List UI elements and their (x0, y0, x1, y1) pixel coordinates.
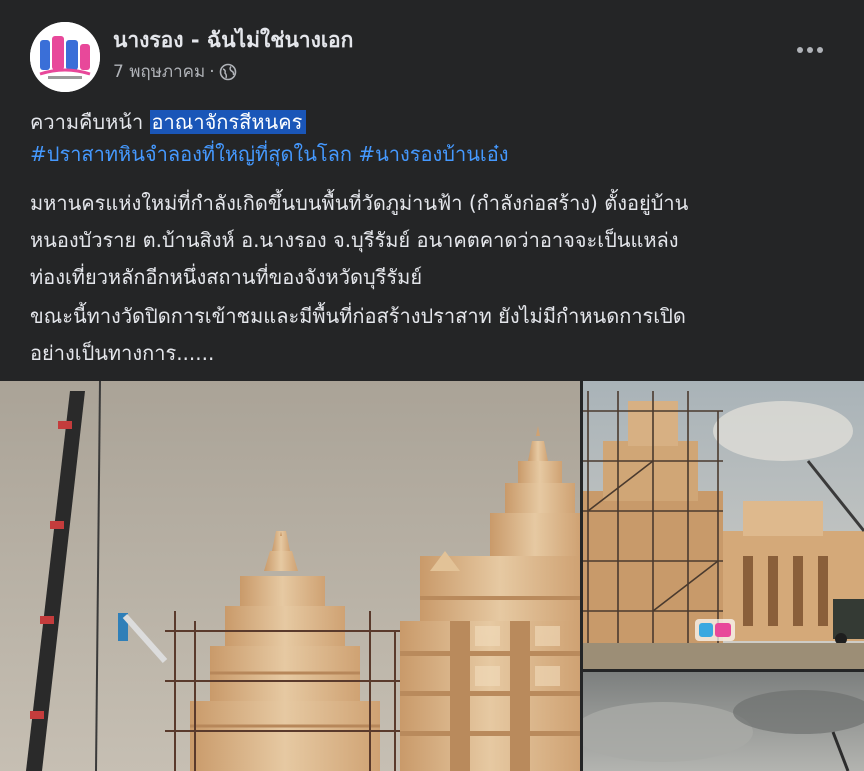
more-options-icon[interactable] (790, 36, 830, 64)
post-paragraph-2: ขณะนี้ทางวัดปิดการเข้าชมและมีพื้นที่ก่อส… (30, 298, 850, 372)
selected-text[interactable]: อาณาจักรสีหนคร (149, 110, 307, 134)
post-meta: 7 พฤษภาคม · (113, 58, 237, 85)
paragraph-line: อย่างเป็นทางการ...... (30, 341, 215, 365)
page-avatar[interactable] (30, 22, 100, 92)
meta-separator: · (209, 61, 215, 82)
paragraph-line: ขณะนี้ทางวัดปิดการเข้าชมและมีพื้นที่ก่อส… (30, 304, 686, 328)
post-intro-line: ความคืบหน้า อาณาจักรสีหนคร (30, 108, 850, 136)
paragraph-line: มหานครแห่งใหม่ที่กำลังเกิดขึ้นบนพื้นที่ว… (30, 191, 689, 215)
post-photo-secondary[interactable] (583, 381, 864, 669)
sky-photo (583, 672, 864, 771)
globe-icon[interactable] (219, 63, 237, 81)
temple-photo (0, 381, 580, 771)
post-date[interactable]: 7 พฤษภาคม (113, 58, 205, 85)
page-name[interactable]: นางรอง - ฉันไม่ใช่นางเอก (113, 24, 353, 57)
post-photo-third[interactable] (583, 672, 864, 771)
post-paragraph-1: มหานครแห่งใหม่ที่กำลังเกิดขึ้นบนพื้นที่ว… (30, 185, 850, 296)
post-photo-main[interactable] (0, 381, 580, 771)
temple-scaffold-photo (583, 381, 864, 669)
paragraph-line: หนองบัวราย ต.บ้านสิงห์ อ.นางรอง จ.บุรีรั… (30, 228, 679, 252)
paragraph-line: ท่องเที่ยวหลักอีกหนึ่งสถานที่ของจังหวัดบ… (30, 265, 423, 289)
page-logo (30, 22, 100, 92)
hashtag-link[interactable]: #นางรองบ้านเอ๋ง (358, 142, 508, 166)
hashtag-link[interactable]: #ปราสาทหินจำลองที่ใหญ่ที่สุดในโลก (30, 142, 352, 166)
hashtag-line: #ปราสาทหินจำลองที่ใหญ่ที่สุดในโลก #นางรอ… (30, 140, 850, 168)
facebook-post: นางรอง - ฉันไม่ใช่นางเอก 7 พฤษภาคม · ควา… (0, 0, 864, 771)
post-intro: ความคืบหน้า (30, 110, 144, 134)
